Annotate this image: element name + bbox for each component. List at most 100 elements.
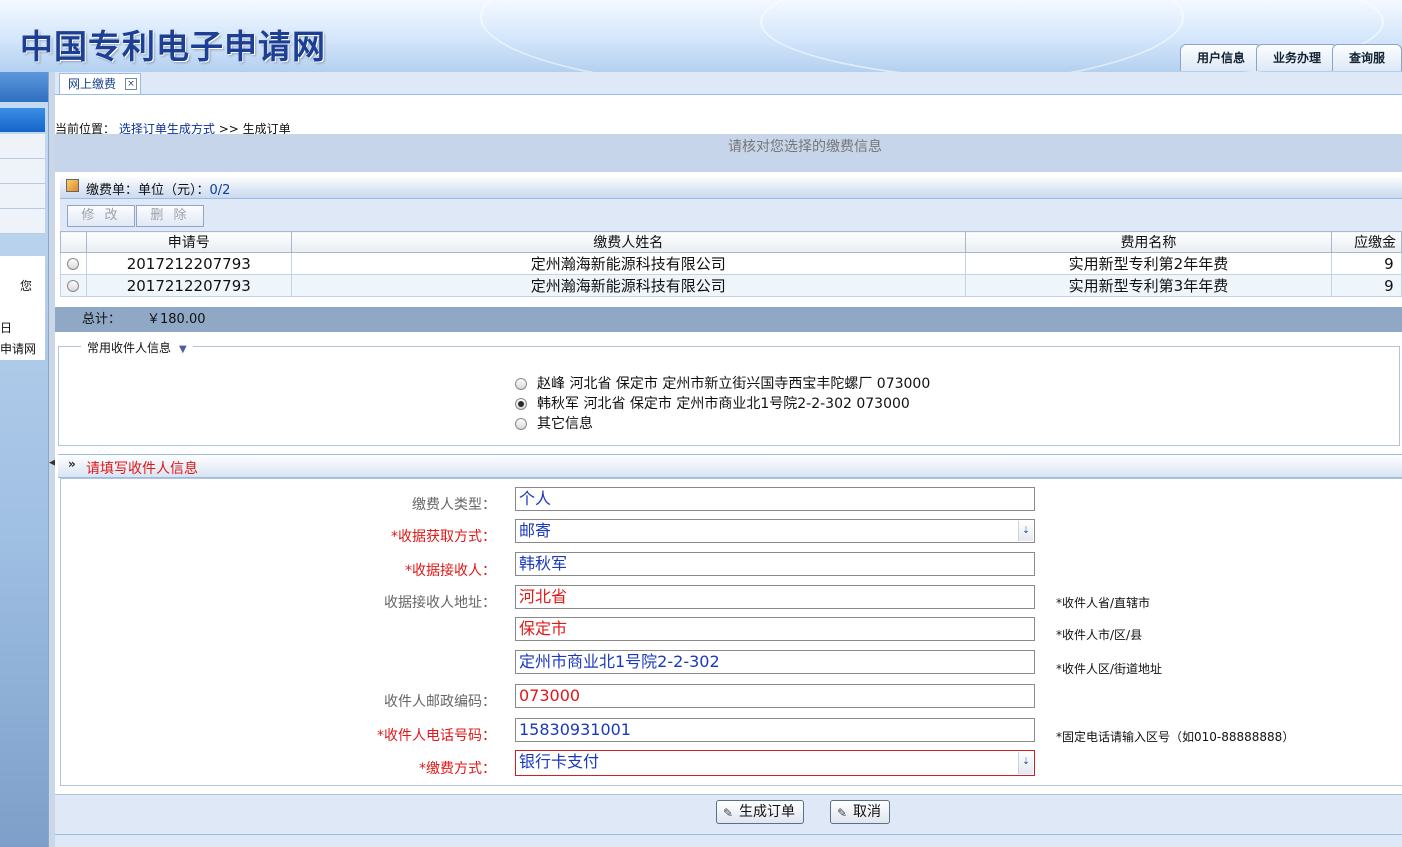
province-note: *收件人省/直辖市 [1056, 596, 1151, 610]
recipient-radio-selected[interactable] [515, 398, 527, 410]
nav-tab-business[interactable]: 业务办理 [1255, 44, 1338, 71]
receipt-method-value: 邮寄 [519, 521, 552, 540]
column-header[interactable]: 应缴金 [1331, 231, 1402, 253]
recipient-form: 缴费人类型： 个人 *收据获取方式： 邮寄 ⇣ *收据接收人： 韩秋军 收据接收… [60, 478, 1402, 786]
chevron-right-icon[interactable]: » [68, 457, 76, 471]
top-nav: 用户信息 业务办理 查询服 [1179, 44, 1402, 72]
pencil-icon: ✎ [723, 806, 734, 820]
triangle-down-icon[interactable]: ▼ [179, 344, 187, 355]
recipient-option[interactable]: 其它信息 [515, 413, 593, 433]
left-menu-item[interactable] [0, 184, 45, 209]
column-header-select [60, 231, 87, 253]
nav-tab-user-info[interactable]: 用户信息 [1179, 44, 1262, 71]
fill-recipient-title: 请填写收件人信息 [86, 461, 198, 477]
left-menu-item[interactable] [0, 209, 45, 234]
cell-payer: 定州瀚海新能源科技有限公司 [290, 274, 966, 297]
phone-note: *固定电话请输入区号（如010-88888888） [1056, 730, 1295, 744]
left-menu-item[interactable] [0, 134, 45, 159]
site-header: 中国专利电子申请网 用户信息 业务办理 查询服 [0, 0, 1402, 72]
nav-tab-query[interactable]: 查询服 [1331, 44, 1402, 71]
recipient-radio[interactable] [515, 418, 527, 430]
order-panel-title: 缴费单：单位（元）：0/2 [86, 179, 230, 198]
left-panel-header [0, 72, 48, 102]
total-bar: 总计： ￥180.00 [55, 307, 1402, 332]
postcode-field[interactable]: 073000 [515, 684, 1035, 708]
phone-label: *收件人电话号码： [377, 728, 496, 744]
order-count: 0/2 [209, 183, 231, 198]
generate-order-label: 生成订单 [739, 804, 795, 820]
row-radio[interactable] [67, 280, 80, 292]
recipient-option-label: 其它信息 [537, 416, 593, 432]
left-menu-item[interactable] [0, 159, 45, 184]
order-panel-header: 缴费单：单位（元）：0/2 [60, 176, 1402, 199]
payment-method-value: 银行卡支付 [519, 752, 600, 771]
frequent-recipient-fieldset: 常用收件人信息 ▼ 赵峰 河北省 保定市 定州市新立街兴国寺西宝丰陀螺厂 0730… [58, 339, 1400, 446]
table-row[interactable]: 2017212207793 定州瀚海新能源科技有限公司 实用新型专利第3年年费 … [60, 274, 1402, 297]
cell-fee-name: 实用新型专利第3年年费 [964, 274, 1333, 297]
payer-type-field[interactable]: 个人 [515, 487, 1035, 511]
postcode-label: 收件人邮政编码： [384, 694, 496, 710]
cell-amount: 9 [1331, 274, 1402, 297]
left-info-text: 日 [0, 321, 13, 335]
phone-field[interactable]: 15830931001 [515, 718, 1035, 742]
cell-fee-name: 实用新型专利第2年年费 [964, 252, 1333, 275]
left-menu-item-selected[interactable] [0, 108, 45, 132]
grid-header-row: 申请号 缴费人姓名 费用名称 应缴金 [60, 231, 1402, 253]
cell-payer: 定州瀚海新能源科技有限公司 [290, 252, 966, 275]
frequent-recipient-legend[interactable]: 常用收件人信息 ▼ [81, 339, 193, 356]
pencil-icon: ✎ [837, 806, 848, 820]
recipient-option[interactable]: 赵峰 河北省 保定市 定州市新立街兴国寺西宝丰陀螺厂 073000 [515, 373, 930, 393]
payment-method-select[interactable]: 银行卡支付 ⇣ [515, 750, 1035, 776]
delete-button[interactable]: 删 除 [136, 205, 204, 227]
tab-strip: 网上缴费 × [55, 72, 1402, 95]
cell-app-no: 2017212207793 [85, 274, 292, 297]
tab-online-payment[interactable]: 网上缴费 × [59, 73, 142, 94]
column-header[interactable]: 申请号 [85, 231, 292, 253]
total-value: ￥180.00 [147, 312, 206, 327]
recipient-radio[interactable] [515, 378, 527, 390]
row-select-cell[interactable] [60, 252, 87, 275]
recipient-option-label: 韩秋军 河北省 保定市 定州市商业北1号院2-2-302 073000 [537, 396, 910, 412]
column-header[interactable]: 费用名称 [964, 231, 1333, 253]
left-info-text: 您 [20, 279, 33, 293]
legend-label: 常用收件人信息 [87, 341, 172, 355]
order-title-text: 缴费单：单位（元）： [86, 183, 210, 198]
cancel-label: 取消 [853, 804, 881, 820]
receipt-recipient-label: *收据接收人： [405, 563, 496, 579]
cancel-button[interactable]: ✎ 取消 [830, 800, 890, 824]
province-field[interactable]: 河北省 [515, 585, 1035, 609]
cell-app-no: 2017212207793 [85, 252, 292, 275]
street-note: *收件人区/街道地址 [1056, 662, 1163, 676]
recipient-option-label: 赵峰 河北省 保定市 定州市新立街兴国寺西宝丰陀螺厂 073000 [537, 376, 931, 392]
notice-text: 请核对您选择的缴费信息 [728, 139, 882, 155]
fill-recipient-header[interactable]: » 请填写收件人信息 [58, 454, 1402, 478]
address-label: 收据接收人地址： [384, 595, 496, 611]
payer-type-label: 缴费人类型： [412, 497, 496, 513]
payment-method-label: *缴费方式： [419, 761, 496, 777]
close-icon[interactable]: × [125, 78, 138, 90]
city-note: *收件人市/区/县 [1056, 628, 1143, 642]
table-icon [66, 179, 79, 192]
street-field[interactable]: 定州市商业北1号院2-2-302 [515, 650, 1035, 674]
status-strip [55, 834, 1402, 847]
cell-amount: 9 [1331, 252, 1402, 275]
edit-button[interactable]: 修 改 [67, 205, 135, 227]
generate-order-button[interactable]: ✎ 生成订单 [716, 800, 804, 824]
column-header[interactable]: 缴费人姓名 [290, 231, 966, 253]
left-info-text: 申请网 [0, 342, 37, 356]
dropdown-arrow-icon[interactable]: ⇣ [1018, 521, 1033, 541]
tab-label: 网上缴费 [68, 77, 117, 91]
table-row[interactable]: 2017212207793 定州瀚海新能源科技有限公司 实用新型专利第2年年费 … [60, 252, 1402, 275]
receipt-method-select[interactable]: 邮寄 ⇣ [515, 519, 1035, 543]
left-panel: 您 日 申请网 [0, 72, 48, 847]
receipt-recipient-field[interactable]: 韩秋军 [515, 552, 1035, 576]
city-field[interactable]: 保定市 [515, 617, 1035, 641]
main-content: 网上缴费 × 当前位置： 选择订单生成方式 >> 生成订单 请核对您选择的缴费信… [55, 72, 1402, 847]
row-select-cell[interactable] [60, 274, 87, 297]
recipient-option[interactable]: 韩秋军 河北省 保定市 定州市商业北1号院2-2-302 073000 [515, 393, 910, 413]
receipt-method-label: *收据获取方式： [391, 529, 496, 545]
dropdown-arrow-icon[interactable]: ⇣ [1018, 752, 1033, 774]
site-title: 中国专利电子申请网 [20, 27, 326, 66]
row-radio[interactable] [67, 258, 80, 270]
grid-toolbar: 修 改 删 除 [60, 199, 1402, 231]
